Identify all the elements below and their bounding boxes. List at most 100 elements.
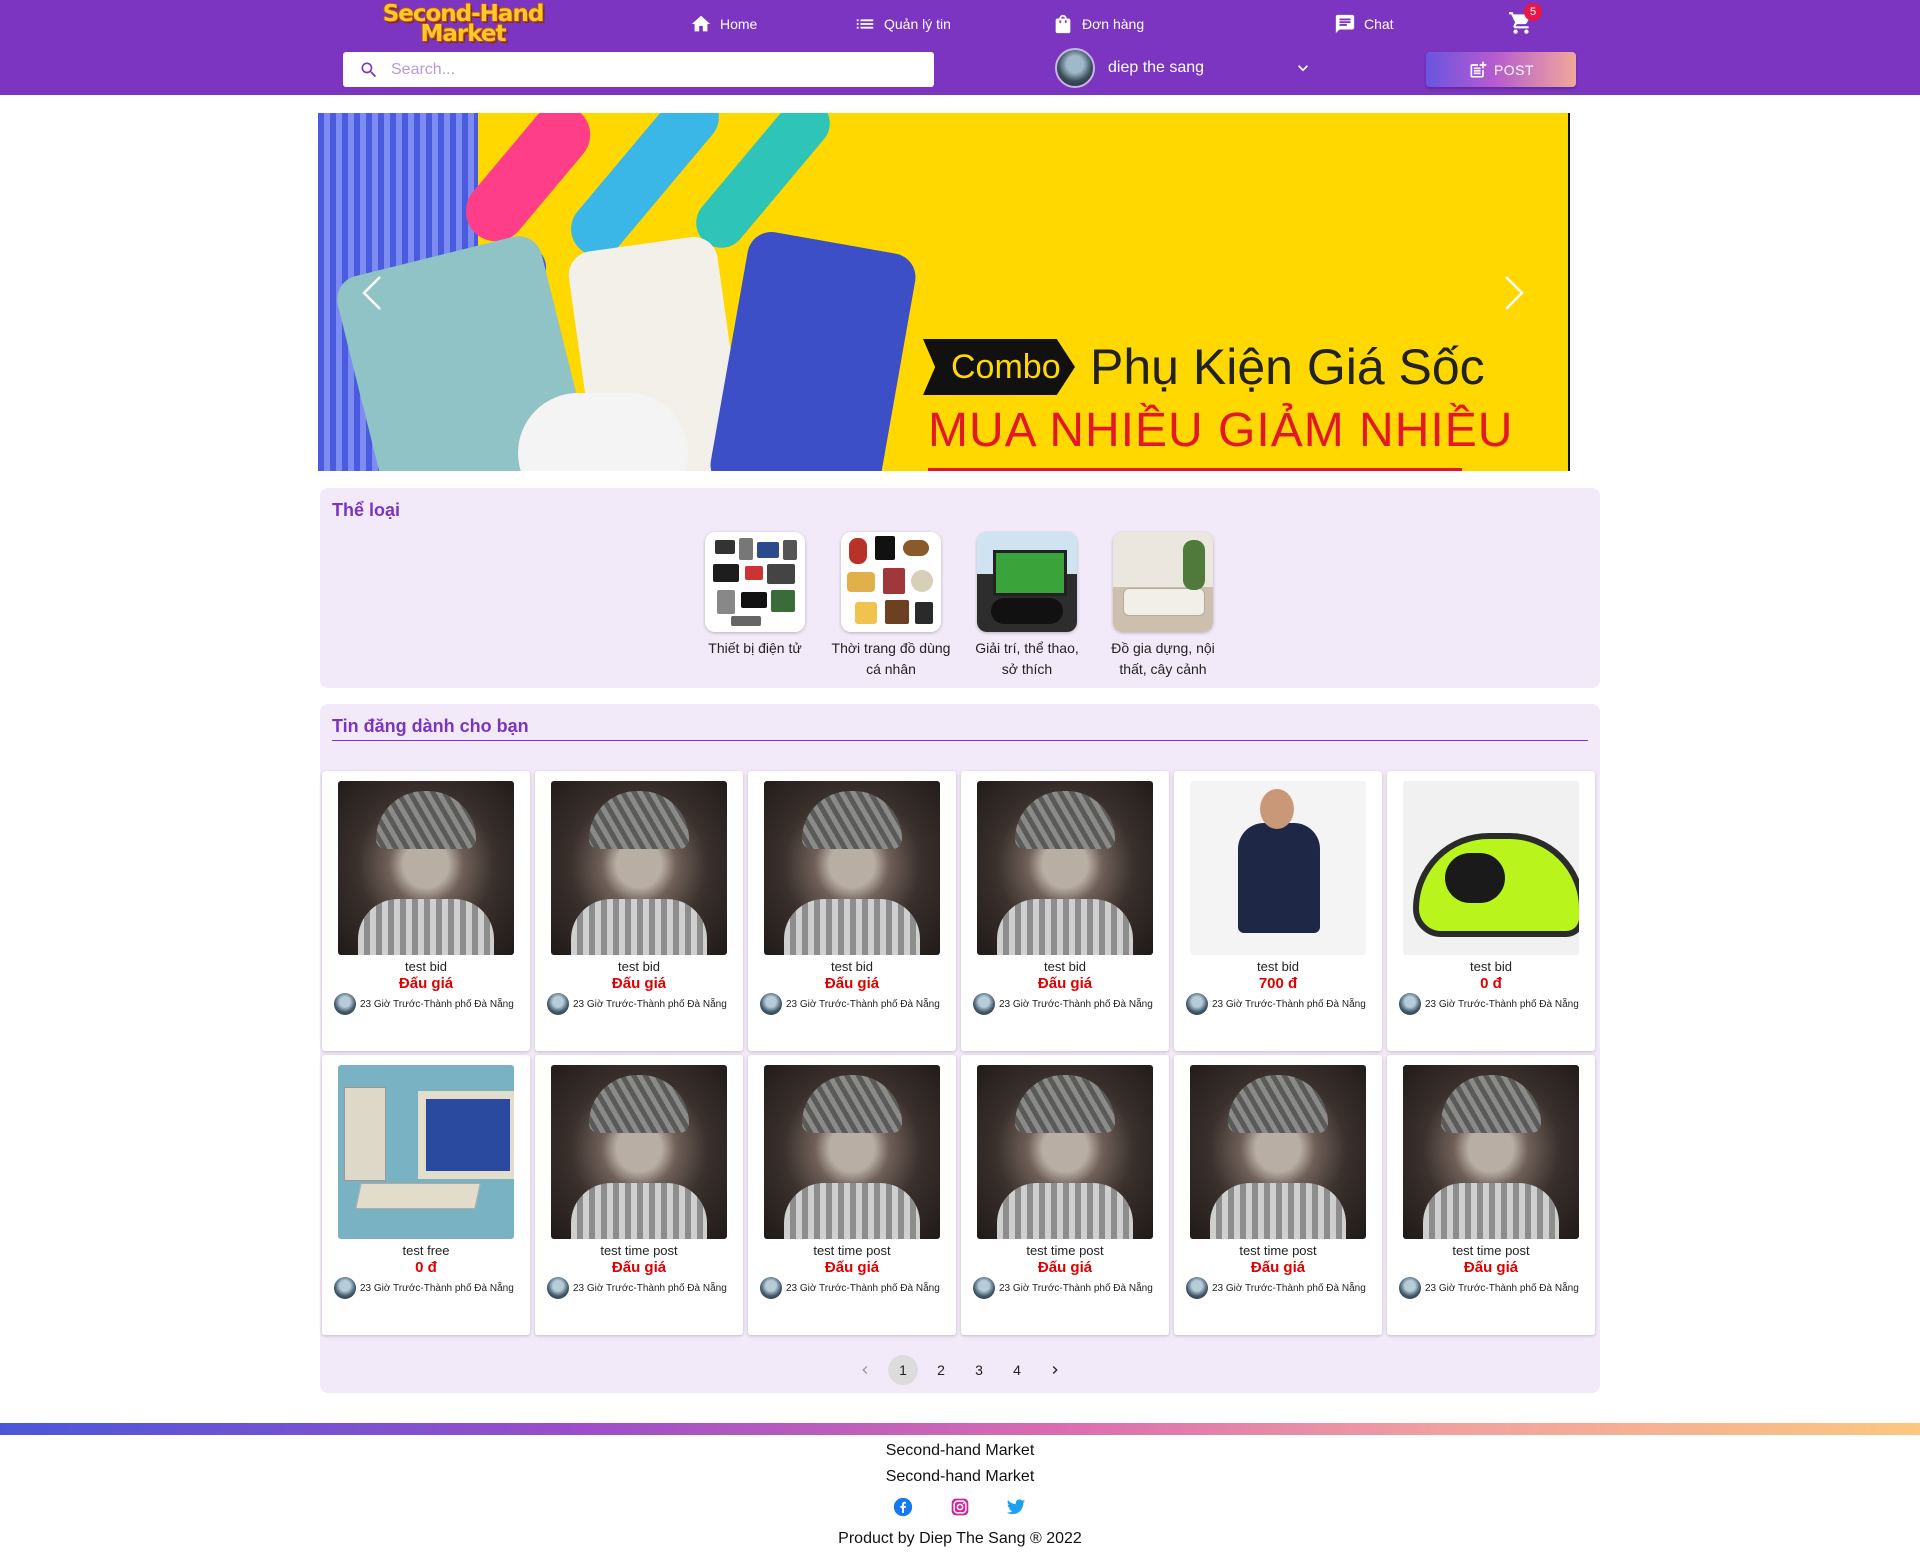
post-meta: 23 Giờ Trước-Thành phố Đà Nẵng: [1399, 993, 1579, 1015]
seller-avatar: [334, 993, 356, 1015]
post-meta: 23 Giờ Trước-Thành phố Đà Nẵng: [334, 993, 514, 1015]
post-meta: 23 Giờ Trước-Thành phố Đà Nẵng: [973, 1277, 1153, 1299]
nav-manage-posts[interactable]: Quản lý tin: [854, 12, 951, 36]
post-meta: 23 Giờ Trước-Thành phố Đà Nẵng: [1186, 993, 1366, 1015]
seller-avatar: [1186, 1277, 1208, 1299]
twitter-icon[interactable]: [1006, 1497, 1026, 1517]
nav-orders-label: Đơn hàng: [1082, 16, 1145, 32]
post-meta: 23 Giờ Trước-Thành phố Đà Nẵng: [547, 1277, 727, 1299]
post-card[interactable]: test time post Đấu giá 23 Giờ Trước-Thành …: [1387, 1055, 1595, 1335]
category-electronics-image: [705, 532, 805, 632]
post-button[interactable]: POST: [1426, 52, 1576, 87]
post-title: test bid: [1257, 959, 1299, 974]
post-card[interactable]: test free 0 đ 23 Giờ Trước-Thành phố Đà Nẵ…: [322, 1055, 530, 1335]
pagination-next-icon[interactable]: [1040, 1355, 1070, 1385]
post-image: [1190, 1065, 1366, 1239]
chat-icon: [1335, 14, 1355, 34]
post-title: test time post: [1452, 1243, 1530, 1258]
post-card[interactable]: test time post Đấu giá 23 Giờ Trước-Thành …: [535, 1055, 743, 1335]
banner-combo-tag: Combo: [923, 339, 1075, 395]
seller-avatar: [760, 1277, 782, 1299]
post-card[interactable]: test bid Đấu giá 23 Giờ Trước-Thành phố Đà…: [748, 771, 956, 1051]
pagination-page-3[interactable]: 3: [964, 1355, 994, 1385]
footer-credit: Product by Diep The Sang ® 2022: [838, 1530, 1082, 1547]
pagination-page-2[interactable]: 2: [926, 1355, 956, 1385]
shopping-bag-icon: [1055, 14, 1071, 34]
post-image: [551, 781, 727, 955]
post-title: test time post: [1026, 1243, 1104, 1258]
post-card[interactable]: test bid 0 đ 23 Giờ Trước-Thành phố Đà Nẵn…: [1387, 771, 1595, 1051]
seller-avatar: [973, 1277, 995, 1299]
search-input[interactable]: [391, 60, 911, 79]
search-bar[interactable]: [343, 52, 934, 87]
category-electronics[interactable]: Thiết bị điện tử: [695, 532, 815, 659]
post-price: Đấu giá: [398, 975, 454, 992]
posts-title: Tin đăng dành cho bạn: [332, 716, 529, 736]
category-title: Thể loại: [332, 500, 401, 520]
seller-avatar: [547, 993, 569, 1015]
post-meta: 23 Giờ Trước-Thành phố Đà Nẵng: [760, 1277, 940, 1299]
nav-manage-posts-label: Quản lý tin: [884, 16, 951, 32]
post-time-location: 23 Giờ Trước-Thành phố Đà Nẵng: [360, 998, 514, 1010]
post-meta: 23 Giờ Trước-Thành phố Đà Nẵng: [547, 993, 727, 1015]
post-image: [338, 1065, 514, 1239]
nav-home[interactable]: Home: [690, 12, 757, 36]
category-home-label: Đồ gia dựng, nội thất, cây cảnh: [1111, 640, 1215, 677]
post-title: test bid: [618, 959, 660, 974]
post-price: Đấu giá: [611, 975, 667, 992]
chevron-down-icon[interactable]: [1293, 58, 1313, 78]
post-image: [551, 1065, 727, 1239]
category-entertainment[interactable]: Giải trí, thể thao, sở thích: [967, 532, 1087, 680]
seller-avatar: [760, 993, 782, 1015]
category-fashion[interactable]: Thời trang đồ dùng cá nhân: [831, 532, 951, 680]
post-title: test bid: [831, 959, 873, 974]
post-price: Đấu giá: [1037, 975, 1093, 992]
post-card[interactable]: test bid Đấu giá 23 Giờ Trước-Thành phố Đà…: [535, 771, 743, 1051]
category-entertainment-image: [977, 532, 1077, 632]
post-price: Đấu giá: [1037, 1259, 1093, 1276]
cart-count-badge: 5: [1524, 3, 1542, 21]
instagram-icon[interactable]: [950, 1497, 970, 1517]
user-menu[interactable]: diep the sang: [1055, 48, 1315, 88]
category-home-image: [1113, 532, 1213, 632]
post-time-location: 23 Giờ Trước-Thành phố Đà Nẵng: [1425, 1282, 1579, 1294]
post-time-location: 23 Giờ Trước-Thành phố Đà Nẵng: [573, 998, 727, 1010]
category-panel: Thể loại Thiết bị điện tử Thời trang đồ …: [320, 488, 1600, 688]
post-image: [1190, 781, 1366, 955]
post-card[interactable]: test time post Đấu giá 23 Giờ Trước-Thành …: [748, 1055, 956, 1335]
carousel-prev-icon[interactable]: [358, 273, 388, 313]
post-meta: 23 Giờ Trước-Thành phố Đà Nẵng: [973, 993, 1153, 1015]
post-card[interactable]: test time post Đấu giá 23 Giờ Trước-Thành …: [961, 1055, 1169, 1335]
pagination-page-4[interactable]: 4: [1002, 1355, 1032, 1385]
post-title: test time post: [1239, 1243, 1317, 1258]
nav-orders[interactable]: Đơn hàng: [1052, 12, 1144, 36]
seller-avatar: [973, 993, 995, 1015]
pagination-prev-icon[interactable]: [850, 1355, 880, 1385]
facebook-icon[interactable]: [893, 1497, 913, 1517]
pagination-page-1[interactable]: 1: [888, 1355, 918, 1385]
post-price: 0 đ: [1480, 975, 1502, 992]
post-image: [1403, 781, 1579, 955]
post-time-location: 23 Giờ Trước-Thành phố Đà Nẵng: [1425, 998, 1579, 1010]
post-card[interactable]: test time post Đấu giá 23 Giờ Trước-Thành …: [1174, 1055, 1382, 1335]
banner-edge: [1568, 113, 1570, 471]
banner-mouse: [518, 393, 688, 471]
user-avatar: [1055, 48, 1095, 88]
post-title: test bid: [1470, 959, 1512, 974]
category-home[interactable]: Đồ gia dựng, nội thất, cây cảnh: [1103, 532, 1223, 680]
category-fashion-label: Thời trang đồ dùng cá nhân: [831, 640, 951, 677]
post-image: [338, 781, 514, 955]
post-image: [1403, 1065, 1579, 1239]
post-card[interactable]: test bid Đấu giá 23 Giờ Trước-Thành phố Đà…: [322, 771, 530, 1051]
post-price: Đấu giá: [611, 1259, 667, 1276]
carousel-next-icon[interactable]: [1498, 273, 1528, 313]
post-card[interactable]: test bid Đấu giá 23 Giờ Trước-Thành phố Đà…: [961, 771, 1169, 1051]
nav-chat[interactable]: Chat: [1334, 12, 1394, 36]
promo-banner-carousel[interactable]: Combo Phụ Kiện Giá Sốc MUA NHIỀU GIẢM NH…: [318, 113, 1570, 471]
post-image: [764, 781, 940, 955]
nav-chat-label: Chat: [1364, 16, 1394, 32]
nav-home-label: Home: [720, 16, 758, 32]
site-logo[interactable]: Second-Hand Market: [370, 3, 556, 48]
post-price: Đấu giá: [1250, 1259, 1306, 1276]
post-card[interactable]: test bid 700 đ 23 Giờ Trước-Thành phố Đà N…: [1174, 771, 1382, 1051]
